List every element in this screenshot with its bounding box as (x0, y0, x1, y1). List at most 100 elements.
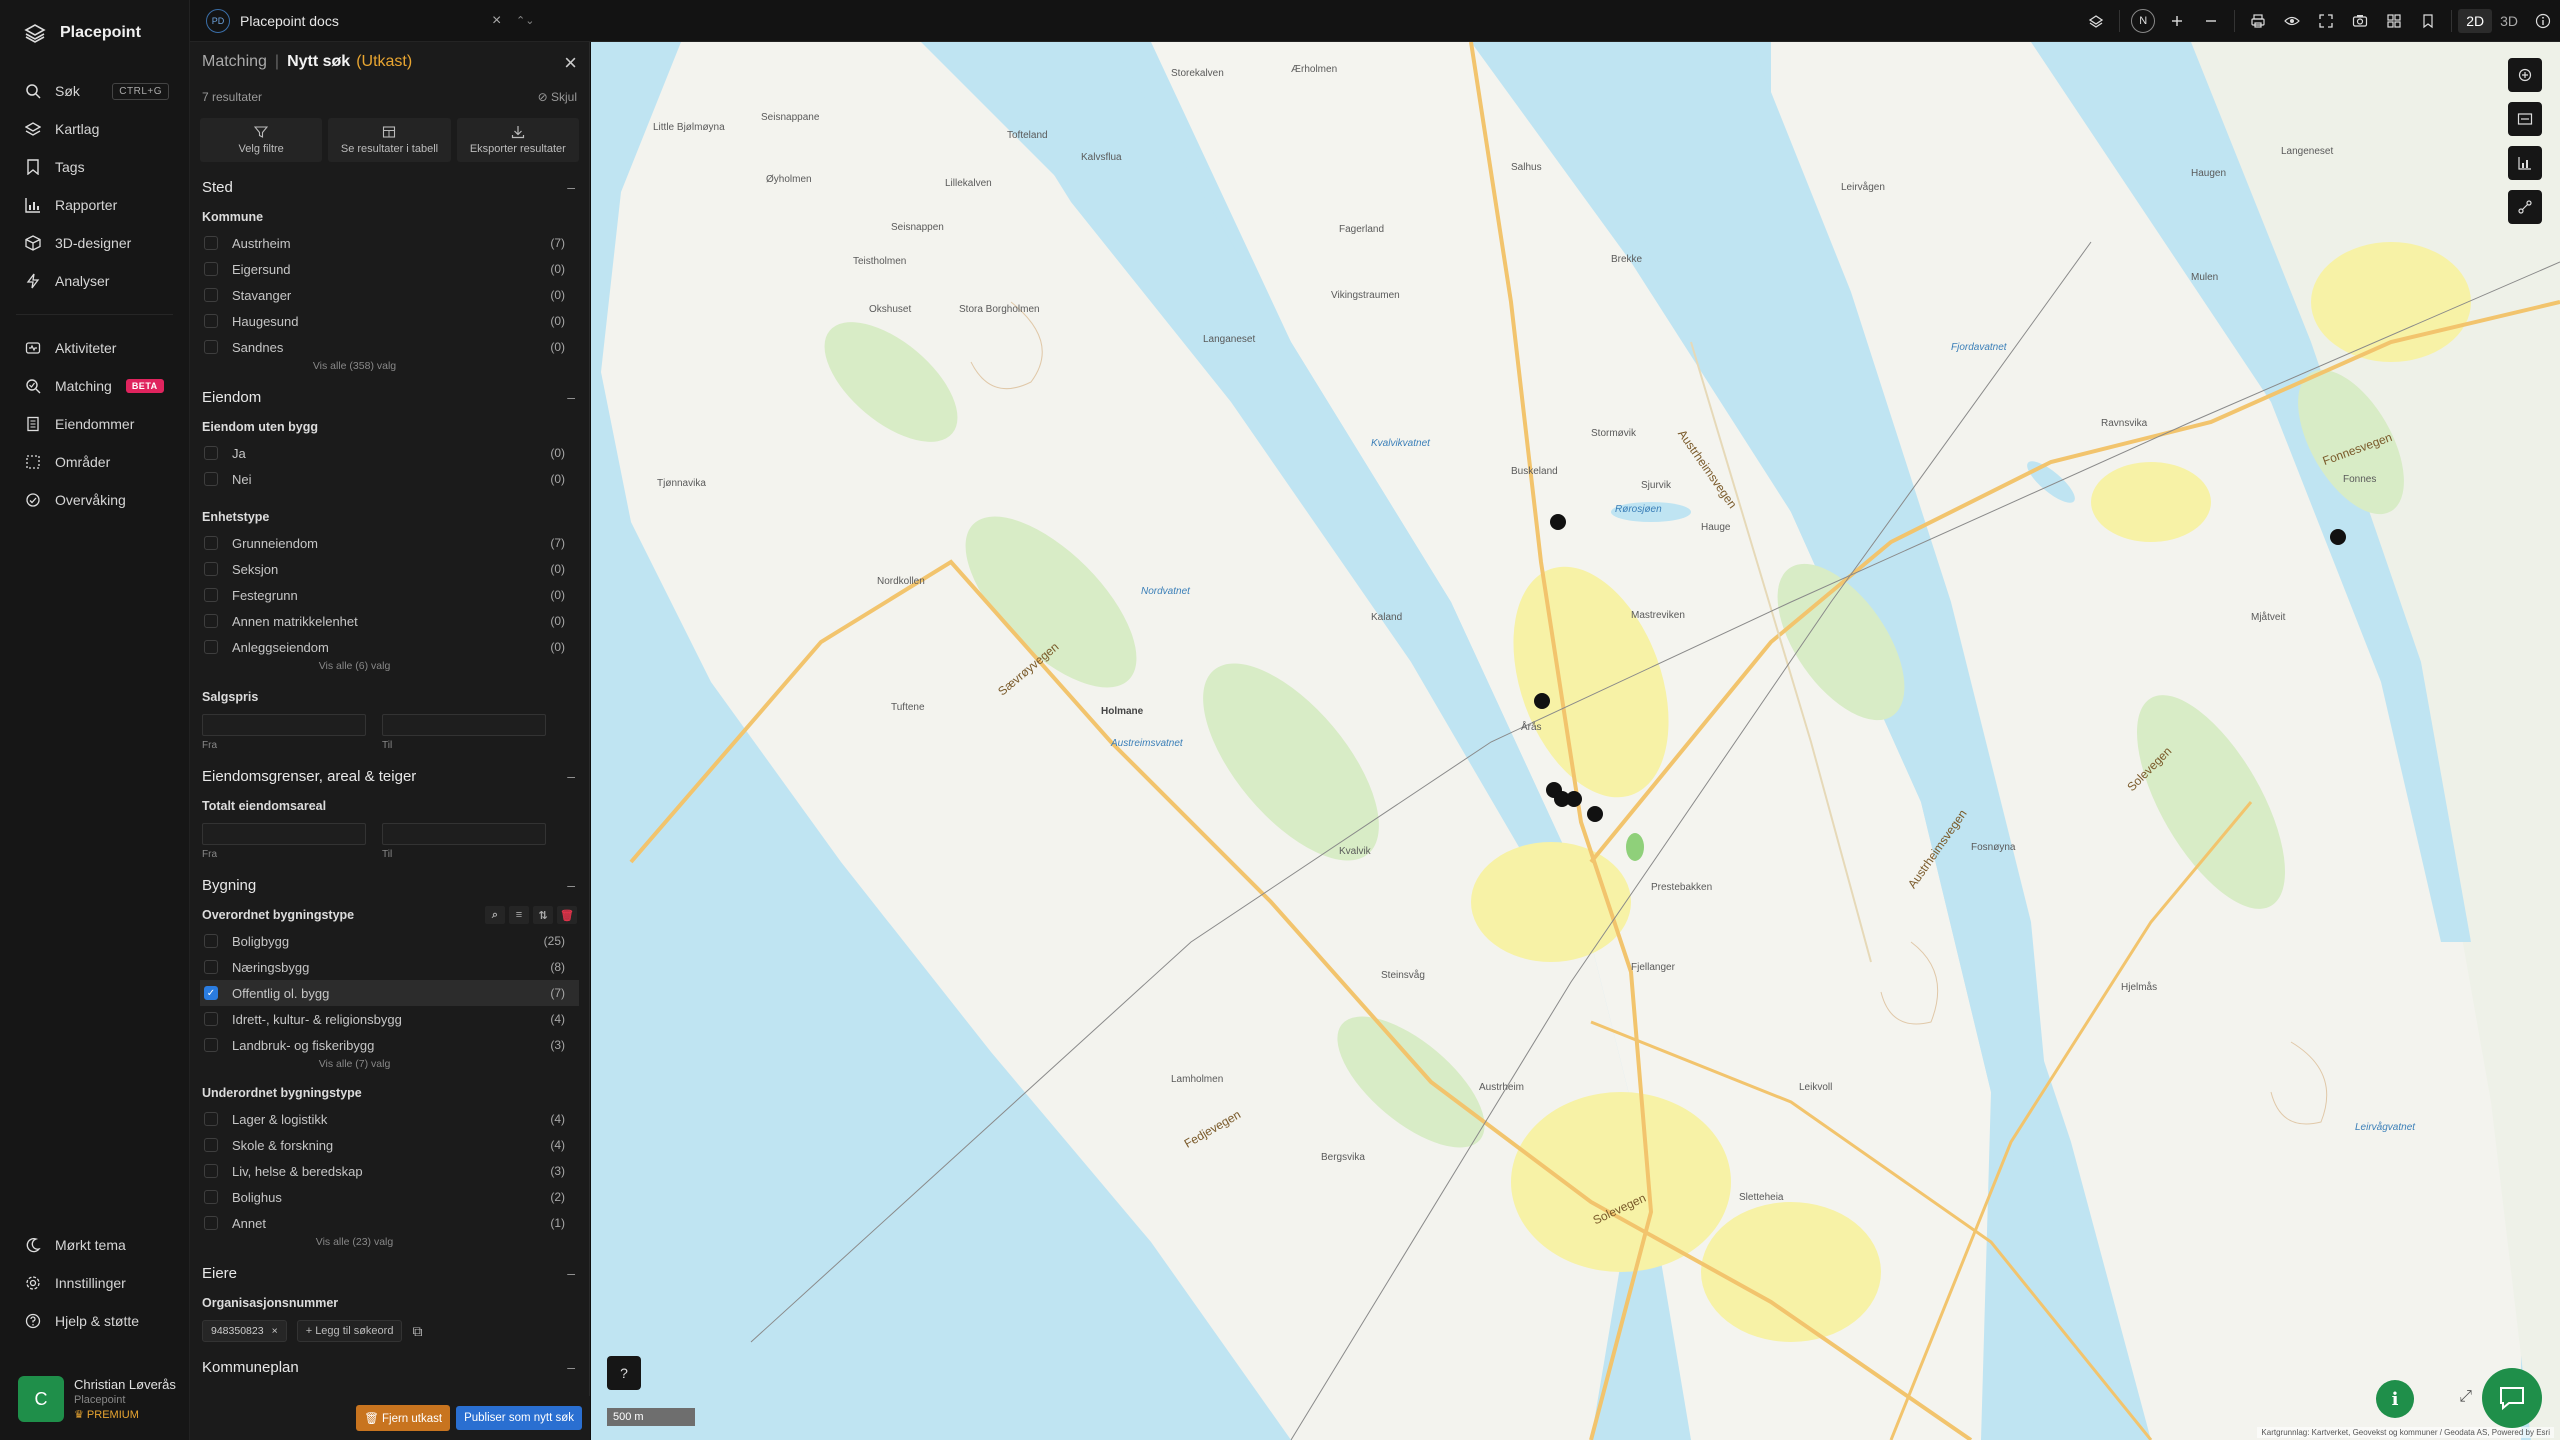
nav-item-rapporter[interactable]: Rapporter (0, 186, 189, 224)
checkbox[interactable] (204, 1190, 218, 1204)
checkbox[interactable] (204, 934, 218, 948)
checkbox-checked[interactable]: ✓ (204, 986, 218, 1000)
checkbox[interactable] (204, 588, 218, 602)
filter-option[interactable]: Anleggseiendom (0) (190, 634, 589, 660)
chat-fab-button[interactable] (2482, 1368, 2542, 1428)
map-help-button[interactable]: ? (607, 1356, 641, 1390)
route-tool-button[interactable] (2508, 190, 2542, 224)
nav-item-overvaking[interactable]: Overvåking (0, 481, 189, 519)
filter-option[interactable]: Haugesund (0) (190, 308, 589, 334)
filter-option[interactable]: Skole & forskning (4) (190, 1132, 589, 1158)
filter-option[interactable]: Nei (0) (190, 466, 589, 492)
breadcrumb-matching[interactable]: Matching (202, 53, 267, 71)
filter-option[interactable]: Festegrunn (0) (190, 582, 589, 608)
show-all-link[interactable]: Vis alle (358) valg (190, 360, 589, 378)
filter-option[interactable]: Boligbygg (25) (190, 928, 589, 954)
collapse-icon[interactable]: – (567, 877, 575, 893)
sort-icon[interactable]: ⇅ (533, 906, 553, 924)
compass-icon[interactable]: N (2126, 0, 2160, 42)
nav-item-kartlag[interactable]: Kartlag (0, 110, 189, 148)
checkbox[interactable] (204, 236, 218, 250)
nav-item-sok[interactable]: Søk CTRL+G (0, 72, 189, 110)
user-profile[interactable]: C Christian Løverås Placepoint ♛ PREMIUM (18, 1376, 176, 1422)
show-all-link[interactable]: Vis alle (7) valg (190, 1058, 589, 1076)
filter-option[interactable]: Landbruk- og fiskeribygg (3) (190, 1032, 589, 1058)
section-eiendomsgrenser[interactable]: Eiendomsgrenser, areal & teiger – (190, 761, 589, 791)
filter-option[interactable]: Idrett-, kultur- & religionsbygg (4) (190, 1006, 589, 1032)
layers-toggle-icon[interactable] (2079, 0, 2113, 42)
nav-item-omrader[interactable]: Områder (0, 443, 189, 481)
checkbox[interactable] (204, 262, 218, 276)
filter-option[interactable]: Stavanger (0) (190, 282, 589, 308)
filter-option[interactable]: Annen matrikkelenhet (0) (190, 608, 589, 634)
info-icon[interactable] (2526, 0, 2560, 42)
close-icon[interactable]: × (492, 12, 501, 30)
nav-item-dark-theme[interactable]: Mørkt tema (0, 1226, 189, 1264)
checkbox[interactable] (204, 536, 218, 550)
info-fab-button[interactable]: i (2376, 1380, 2414, 1418)
copy-icon[interactable]: ⧉ (412, 1323, 422, 1340)
filter-option[interactable]: Ja (0) (190, 440, 589, 466)
nav-item-matching[interactable]: Matching BETA (0, 367, 189, 405)
nav-item-tags[interactable]: Tags (0, 148, 189, 186)
collapse-icon[interactable]: – (567, 179, 575, 195)
trash-icon[interactable]: 🗑 (557, 906, 577, 924)
checkbox[interactable] (204, 1112, 218, 1126)
nav-item-analyser[interactable]: Analyser (0, 262, 189, 300)
filter-option[interactable]: Eigersund (0) (190, 256, 589, 282)
nav-item-help[interactable]: Hjelp & støtte (0, 1302, 189, 1340)
chevron-updown-icon[interactable]: ⌃⌄ (516, 14, 534, 27)
collapse-icon[interactable]: – (567, 1265, 575, 1281)
eye-icon[interactable] (2275, 0, 2309, 42)
nav-item-aktiviteter[interactable]: Aktiviteter (0, 329, 189, 367)
checkbox[interactable] (204, 562, 218, 576)
checkbox[interactable] (204, 614, 218, 628)
measure-tool-button[interactable] (2508, 58, 2542, 92)
collapse-icon[interactable]: – (567, 1359, 575, 1375)
nav-item-eiendommer[interactable]: Eiendommer (0, 405, 189, 443)
areal-to-input[interactable] (382, 823, 546, 845)
filter-option[interactable]: Sandnes (0) (190, 334, 589, 360)
hide-button[interactable]: ⊘ Skjul (538, 90, 577, 112)
checkbox[interactable] (204, 640, 218, 654)
print-icon[interactable] (2241, 0, 2275, 42)
camera-icon[interactable] (2343, 0, 2377, 42)
keyword-chip[interactable]: 948350823 × (202, 1320, 287, 1342)
add-keyword-button[interactable]: + Legg til søkeord (296, 1320, 403, 1342)
brand[interactable]: Placepoint (0, 0, 189, 66)
checkbox[interactable] (204, 1216, 218, 1230)
collapse-icon[interactable]: – (567, 768, 575, 784)
stats-button[interactable] (2508, 146, 2542, 180)
publish-search-button[interactable]: Publiser som nytt søk (456, 1406, 582, 1430)
fullscreen-icon[interactable] (2309, 0, 2343, 42)
expand-icon[interactable]: ⤢ (2459, 1388, 2472, 1406)
close-icon[interactable]: × (272, 1325, 278, 1337)
filter-option[interactable]: Austrheim (7) (190, 230, 589, 256)
section-eiere[interactable]: Eiere – (190, 1258, 589, 1288)
filter-option[interactable]: Annet (1) (190, 1210, 589, 1236)
filter-option[interactable]: Næringsbygg (8) (190, 954, 589, 980)
section-kommuneplan[interactable]: Kommuneplan – (190, 1352, 589, 1382)
checkbox[interactable] (204, 1038, 218, 1052)
bookmark-icon[interactable] (2411, 0, 2445, 42)
areal-from-input[interactable] (202, 823, 366, 845)
view-table-button[interactable]: Se resultater i tabell (328, 118, 451, 162)
close-icon[interactable]: × (564, 50, 577, 76)
checkbox[interactable] (204, 960, 218, 974)
mode-3d-button[interactable]: 3D (2492, 9, 2526, 33)
filter-option[interactable]: Lager & logistikk (4) (190, 1106, 589, 1132)
filter-option[interactable]: Bolighus (2) (190, 1184, 589, 1210)
checkbox[interactable] (204, 1164, 218, 1178)
checkbox[interactable] (204, 1012, 218, 1026)
zoom-in-icon[interactable] (2160, 0, 2194, 42)
checkbox[interactable] (204, 288, 218, 302)
checkbox[interactable] (204, 314, 218, 328)
map-view[interactable]: Storekalven Ærholmen Seisnappane Toftela… (591, 42, 2560, 1440)
section-eiendom[interactable]: Eiendom – (190, 382, 589, 412)
nav-item-3d-designer[interactable]: 3D-designer (0, 224, 189, 262)
filter-option[interactable]: Grunneiendom (7) (190, 530, 589, 556)
checkbox[interactable] (204, 446, 218, 460)
search-icon[interactable]: ⌕ (485, 906, 505, 924)
checkbox[interactable] (204, 1138, 218, 1152)
show-all-link[interactable]: Vis alle (23) valg (190, 1236, 589, 1254)
